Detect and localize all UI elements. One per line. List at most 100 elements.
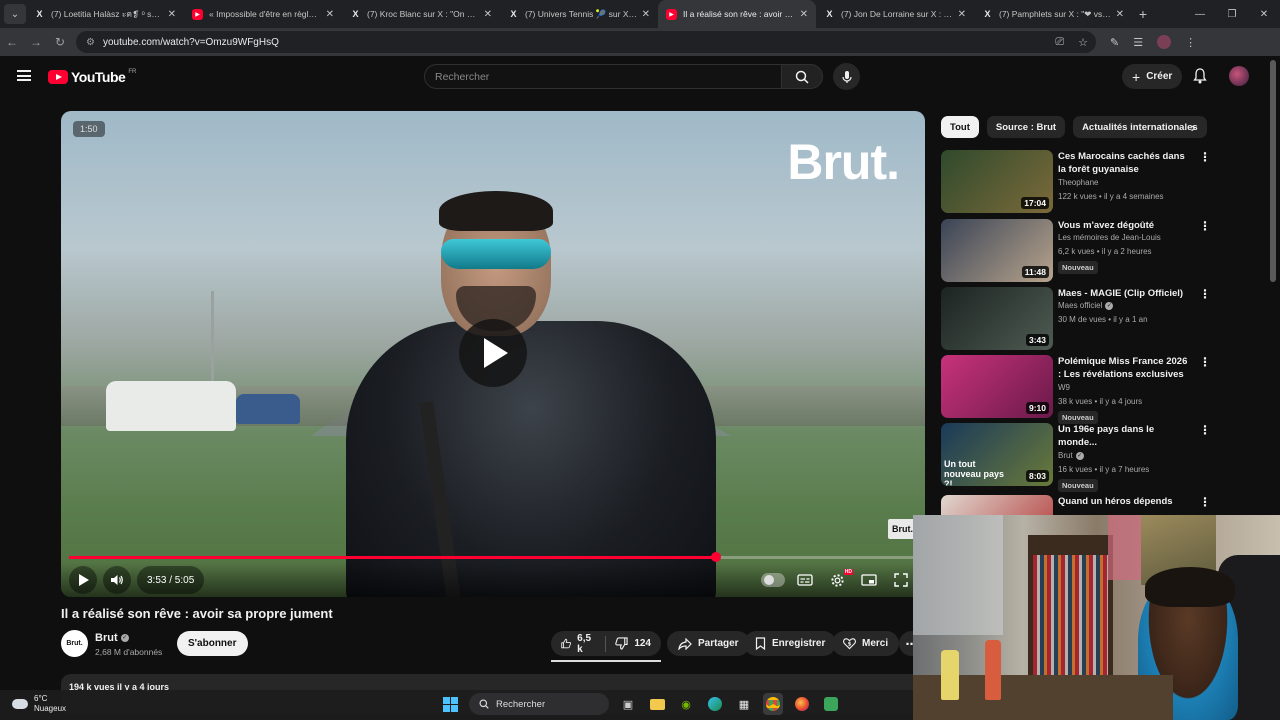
recommendation-item[interactable]: 17:04 Ces Marocains cachés dans la forêt … bbox=[941, 150, 1211, 214]
new-tab-button[interactable]: + bbox=[1132, 6, 1154, 22]
chips-next-arrow-icon[interactable]: › bbox=[1182, 116, 1204, 138]
taskbar-search[interactable]: Rechercher bbox=[469, 693, 609, 715]
tab-close-icon[interactable]: ✕ bbox=[958, 9, 966, 20]
cast-icon[interactable]: ⎚ bbox=[1055, 36, 1064, 49]
recommendation-item[interactable]: 3:43 Maes - MAGIE (Clip Officiel) Maes off… bbox=[941, 287, 1211, 351]
big-play-button[interactable] bbox=[459, 319, 527, 387]
windows-start-icon[interactable] bbox=[440, 693, 460, 715]
save-button[interactable]: Enregistrer bbox=[744, 631, 837, 656]
channel-avatar[interactable]: Brut. bbox=[61, 630, 88, 657]
browser-tab[interactable]: ▶ Il a réalisé son rêve : avoir sa pr... ✕ bbox=[658, 0, 816, 28]
recommendation-thumbnail[interactable]: 3:43 bbox=[941, 287, 1053, 350]
menu-icon[interactable]: ⋮ bbox=[1185, 36, 1196, 49]
browser-tab[interactable]: X (7) Univers Tennis 🎾 sur X : "N... ✕ bbox=[500, 0, 658, 28]
recommendation-item[interactable]: Un tout nouveau pays ?! 8:03 Un 196e pays … bbox=[941, 423, 1211, 492]
webcam-bottle-red bbox=[985, 640, 1001, 700]
more-options-icon[interactable]: ⋮ bbox=[1199, 150, 1211, 164]
fullscreen-button[interactable] bbox=[889, 568, 913, 592]
recommendation-channel[interactable]: Maes officiel ✓ bbox=[1058, 301, 1114, 310]
tab-close-icon[interactable]: ✕ bbox=[1116, 9, 1124, 20]
more-options-icon[interactable]: ⋮ bbox=[1199, 423, 1211, 437]
bookmark-star-icon[interactable]: ☆ bbox=[1078, 36, 1088, 49]
settings-button[interactable]: HD bbox=[825, 568, 853, 592]
recommendation-item[interactable]: 11:48 Vous m'avez dégoûté Les mémoires de … bbox=[941, 219, 1211, 283]
forward-icon[interactable]: → bbox=[24, 35, 48, 49]
svg-text:$: $ bbox=[848, 641, 852, 647]
chrome-icon[interactable] bbox=[763, 693, 783, 715]
task-view-icon[interactable]: ▣ bbox=[618, 693, 638, 715]
store-icon[interactable]: ▦ bbox=[734, 693, 754, 715]
recommendation-title[interactable]: Polémique Miss France 2026 : Les révélat… bbox=[1058, 355, 1193, 382]
tab-close-icon[interactable]: ✕ bbox=[326, 9, 334, 20]
voice-search-button[interactable] bbox=[833, 63, 860, 90]
browser-tab[interactable]: X (7) Kroc Blanc sur X : "On est va... ✕ bbox=[342, 0, 500, 28]
autoplay-toggle[interactable] bbox=[761, 568, 785, 592]
play-button[interactable] bbox=[69, 566, 97, 594]
browser-tab[interactable]: X (7) Jon De Lorraine sur X : "Cela... ✕ bbox=[816, 0, 974, 28]
search-input[interactable]: Rechercher bbox=[424, 64, 782, 89]
channel-name[interactable]: Brut ✓ bbox=[95, 632, 129, 644]
nvidia-icon[interactable]: ◉ bbox=[676, 693, 696, 715]
more-options-icon[interactable]: ⋮ bbox=[1199, 287, 1211, 301]
browser-tab[interactable]: X (7) Loetitia Halàsz ะค❡ ᵒ sur X : ... ✕ bbox=[26, 0, 184, 28]
more-options-icon[interactable]: ⋮ bbox=[1199, 495, 1211, 509]
media-icon[interactable]: ☰ bbox=[1133, 36, 1143, 49]
notifications-bell-icon[interactable] bbox=[1193, 68, 1207, 84]
miniplayer-button[interactable] bbox=[857, 568, 881, 592]
minimize-icon[interactable]: — bbox=[1184, 0, 1216, 28]
more-options-icon[interactable]: ⋮ bbox=[1199, 219, 1211, 233]
recommendation-channel[interactable]: Brut ✓ bbox=[1058, 451, 1084, 460]
profile-icon[interactable] bbox=[1157, 35, 1172, 49]
recommendation-thumbnail[interactable]: 17:04 bbox=[941, 150, 1053, 213]
recommendation-title[interactable]: Maes - MAGIE (Clip Officiel) bbox=[1058, 287, 1193, 300]
edge-icon[interactable] bbox=[705, 693, 725, 715]
extensions-icon[interactable]: ✎ bbox=[1110, 36, 1119, 49]
recommendation-title[interactable]: Quand un héros dépends bbox=[1058, 495, 1193, 508]
create-button[interactable]: + Créer bbox=[1122, 64, 1183, 89]
thanks-button[interactable]: $ Merci bbox=[832, 631, 900, 656]
search-button[interactable] bbox=[781, 64, 823, 89]
recommendation-thumbnail[interactable]: Un tout nouveau pays ?! 8:03 bbox=[941, 423, 1053, 486]
youtube-logo[interactable]: YouTube FR bbox=[48, 69, 136, 85]
share-button[interactable]: Partager bbox=[667, 631, 750, 656]
tab-close-icon[interactable]: ✕ bbox=[800, 9, 808, 20]
video-player[interactable]: 1:50 Brut. Brut. 3:53 / 5:05 HD bbox=[61, 111, 925, 597]
recommendation-thumbnail[interactable]: 11:48 bbox=[941, 219, 1053, 282]
firefox-icon[interactable] bbox=[792, 693, 812, 715]
site-info-icon[interactable]: ⚙ bbox=[86, 37, 95, 48]
close-window-icon[interactable]: ✕ bbox=[1248, 0, 1280, 28]
like-button[interactable]: 6,5 k bbox=[551, 631, 605, 656]
recommendation-title[interactable]: Ces Marocains cachés dans la forêt guyan… bbox=[1058, 150, 1193, 176]
back-icon[interactable]: ← bbox=[0, 35, 24, 49]
progress-scrubber[interactable] bbox=[711, 552, 722, 562]
recommendation-channel[interactable]: Theophane bbox=[1058, 178, 1098, 187]
url-field[interactable]: ⚙ youtube.com/watch?v=Omzu9WFgHsQ ⎚ ☆ bbox=[76, 31, 1096, 53]
account-avatar[interactable] bbox=[1229, 66, 1249, 86]
recommendation-channel[interactable]: Les mémoires de Jean-Louis bbox=[1058, 233, 1161, 242]
dislike-button[interactable]: 124 bbox=[605, 631, 661, 656]
tab-close-icon[interactable]: ✕ bbox=[484, 9, 492, 20]
recommendation-title[interactable]: Vous m'avez dégoûté bbox=[1058, 219, 1193, 232]
subscribe-button[interactable]: S'abonner bbox=[177, 631, 248, 656]
filter-chip[interactable]: Tout bbox=[941, 116, 979, 138]
recommendation-channel[interactable]: W9 bbox=[1058, 383, 1070, 392]
discord-icon[interactable] bbox=[821, 693, 841, 715]
more-options-icon[interactable]: ⋮ bbox=[1199, 355, 1211, 369]
restore-icon[interactable]: ❐ bbox=[1216, 0, 1248, 28]
filter-chip[interactable]: Source : Brut bbox=[986, 116, 1066, 138]
recommendation-thumbnail[interactable]: 9:10 bbox=[941, 355, 1053, 418]
menu-hamburger-icon[interactable] bbox=[17, 70, 31, 81]
subtitles-button[interactable] bbox=[793, 568, 817, 592]
browser-tab[interactable]: X (7) Pamphlets sur X : "❤ vs BR... ✕ bbox=[974, 0, 1132, 28]
page-scrollbar[interactable] bbox=[1270, 60, 1276, 282]
browser-tab[interactable]: ▶ « Impossible d'être en règle ! » ... ✕ bbox=[184, 0, 342, 28]
volume-button[interactable] bbox=[103, 566, 131, 594]
tab-close-icon[interactable]: ✕ bbox=[168, 9, 176, 20]
weather-widget[interactable]: 6°C Nuageux bbox=[12, 694, 66, 714]
tab-close-icon[interactable]: ✕ bbox=[642, 9, 650, 20]
recommendation-title[interactable]: Un 196e pays dans le monde... bbox=[1058, 423, 1193, 449]
reload-icon[interactable]: ↻ bbox=[48, 35, 72, 49]
recommendation-item[interactable]: 9:10 Polémique Miss France 2026 : Les rév… bbox=[941, 355, 1211, 424]
file-explorer-icon[interactable] bbox=[647, 693, 667, 715]
tab-search-button[interactable]: ⌄ bbox=[4, 4, 26, 24]
